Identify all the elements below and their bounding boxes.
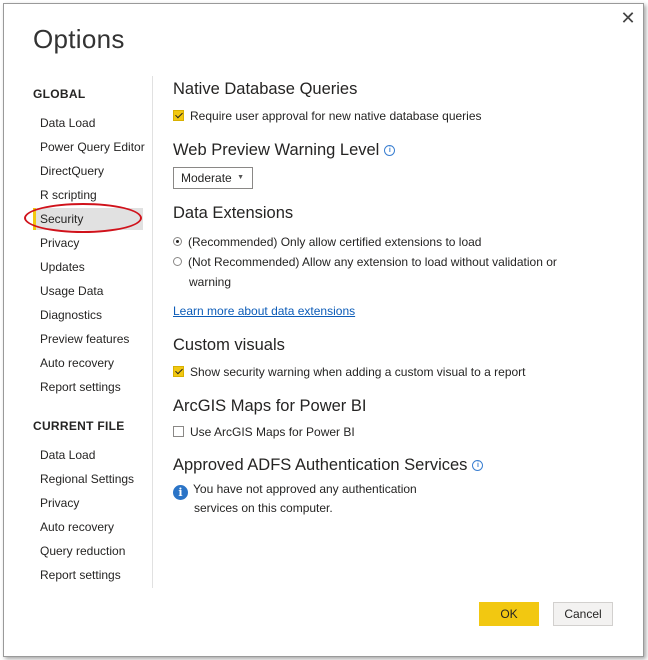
info-icon[interactable]: i: [384, 145, 396, 156]
radio-any[interactable]: [173, 257, 182, 266]
nav-item-updates[interactable]: Updates: [33, 256, 143, 278]
close-icon[interactable]: ✕: [618, 8, 638, 28]
native-db-checkbox[interactable]: [173, 110, 184, 121]
ok-button[interactable]: OK: [479, 602, 539, 626]
arcgis-row[interactable]: Use ArcGIS Maps for Power BI: [173, 424, 355, 440]
info-circle-icon: i: [173, 485, 188, 500]
nav-item-cf-report-settings[interactable]: Report settings: [33, 564, 143, 586]
chevron-down-icon: ▼: [237, 174, 244, 181]
arcgis-checkbox[interactable]: [173, 426, 184, 437]
learn-more-link[interactable]: Learn more about data extensions: [173, 304, 355, 318]
adfs-title-text: Approved ADFS Authentication Services: [173, 456, 468, 474]
nav-item-cf-privacy[interactable]: Privacy: [33, 492, 143, 514]
dialog-title: Options: [33, 24, 125, 54]
radio-certified-label: (Recommended) Only allow certified exten…: [188, 235, 482, 249]
nav-header-current-file: CURRENT FILE: [33, 419, 125, 433]
nav-header-global: GLOBAL: [33, 87, 86, 101]
nav-item-diagnostics[interactable]: Diagnostics: [33, 304, 143, 326]
radio-any-label: (Not Recommended) Allow any extension to…: [188, 255, 557, 269]
nav-item-security[interactable]: Security: [33, 208, 143, 230]
section-title-custom-visuals: Custom visuals: [173, 336, 285, 354]
nav-item-usage-data[interactable]: Usage Data: [33, 280, 143, 302]
nav-item-cf-query-reduction[interactable]: Query reduction: [33, 540, 143, 562]
warning-level-dropdown[interactable]: Moderate ▼: [173, 167, 253, 189]
nav-item-data-load[interactable]: Data Load: [33, 112, 143, 134]
nav-item-privacy[interactable]: Privacy: [33, 232, 143, 254]
nav-item-cf-regional-settings[interactable]: Regional Settings: [33, 468, 143, 490]
warning-level-value: Moderate: [181, 171, 232, 185]
info-icon[interactable]: i: [472, 460, 484, 471]
native-db-checkbox-label: Require user approval for new native dat…: [190, 109, 482, 123]
section-title-native-db: Native Database Queries: [173, 80, 358, 98]
web-preview-title-text: Web Preview Warning Level: [173, 141, 380, 159]
native-db-approval-row[interactable]: Require user approval for new native dat…: [173, 108, 482, 124]
adfs-message-line2: services on this computer.: [194, 501, 333, 515]
section-title-arcgis: ArcGIS Maps for Power BI: [173, 397, 367, 415]
nav-item-r-scripting[interactable]: R scripting: [33, 184, 143, 206]
nav-item-auto-recovery[interactable]: Auto recovery: [33, 352, 143, 374]
sidebar-divider: [152, 76, 153, 588]
custom-visuals-checkbox-label: Show security warning when adding a cust…: [190, 365, 526, 379]
custom-visuals-row[interactable]: Show security warning when adding a cust…: [173, 364, 526, 380]
radio-certified[interactable]: [173, 237, 182, 246]
nav-item-cf-data-load[interactable]: Data Load: [33, 444, 143, 466]
adfs-message-line1: i You have not approved any authenticatio…: [173, 481, 417, 500]
nav-item-preview-features[interactable]: Preview features: [33, 328, 143, 350]
nav-item-report-settings[interactable]: Report settings: [33, 376, 143, 398]
cancel-button[interactable]: Cancel: [553, 602, 613, 626]
nav-item-directquery[interactable]: DirectQuery: [33, 160, 143, 182]
arcgis-checkbox-label: Use ArcGIS Maps for Power BI: [190, 425, 355, 439]
section-title-adfs: Approved ADFS Authentication Services i: [173, 456, 484, 475]
custom-visuals-checkbox[interactable]: [173, 366, 184, 377]
adfs-message-text: You have not approved any authentication: [193, 482, 417, 496]
radio-any-label-cont: warning: [189, 275, 232, 289]
section-title-web-preview: Web Preview Warning Level i: [173, 141, 396, 160]
nav-item-cf-auto-recovery[interactable]: Auto recovery: [33, 516, 143, 538]
data-ext-option-any[interactable]: (Not Recommended) Allow any extension to…: [173, 254, 557, 270]
data-ext-option-certified[interactable]: (Recommended) Only allow certified exten…: [173, 234, 481, 250]
section-title-data-extensions: Data Extensions: [173, 204, 294, 222]
nav-item-power-query-editor[interactable]: Power Query Editor: [33, 136, 145, 158]
